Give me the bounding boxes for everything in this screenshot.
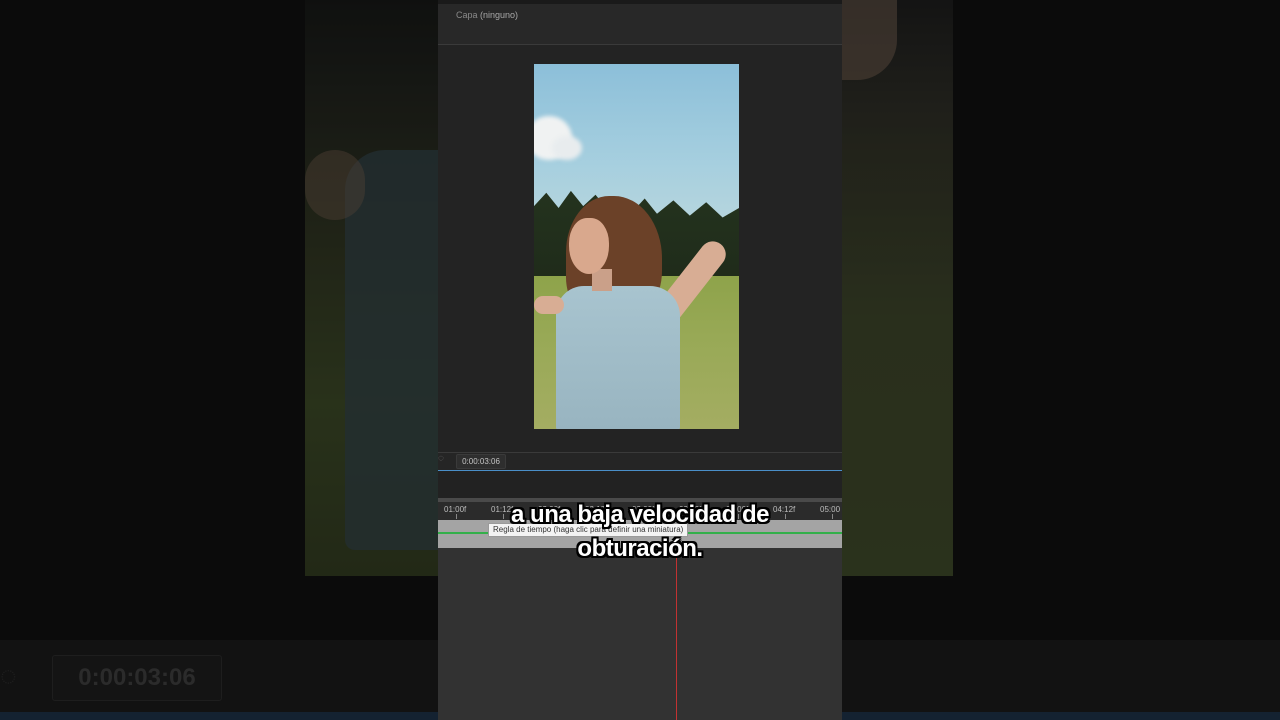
background-timecode: 0:00:03:06	[52, 655, 222, 701]
background-blur-left	[305, 0, 438, 576]
composition-viewer[interactable]	[438, 45, 842, 450]
timeline-header-gap	[438, 471, 842, 498]
background-mask-icon: ◌	[0, 660, 17, 691]
playhead[interactable]	[676, 548, 677, 720]
mask-icon[interactable]: ◌	[438, 453, 444, 464]
video-preview[interactable]	[534, 64, 739, 429]
subtitle-caption: a una baja velocidad de obturación.	[438, 498, 842, 566]
layer-panel-header: Capa (ninguno)	[438, 4, 842, 45]
caption-line-1: a una baja velocidad de	[511, 501, 769, 528]
layer-value[interactable]: (ninguno)	[480, 10, 518, 20]
timeline-tracks[interactable]	[438, 548, 842, 720]
background-arm	[842, 0, 897, 80]
preview-dress	[556, 286, 680, 429]
background-arm	[305, 150, 365, 220]
preview-arm	[534, 296, 564, 314]
preview-face	[569, 218, 609, 274]
layer-label: Capa	[456, 10, 478, 20]
background-figure	[345, 150, 438, 550]
caption-line-2: obturación.	[577, 535, 703, 562]
editor-panel: Capa (ninguno) ◌ 0:00:03:06 01:00f 01:12…	[438, 0, 842, 720]
preview-cloud	[552, 136, 582, 160]
background-blur-right	[842, 0, 953, 576]
current-timecode[interactable]: 0:00:03:06	[456, 454, 506, 469]
viewer-footer: ◌ 0:00:03:06	[438, 453, 842, 470]
